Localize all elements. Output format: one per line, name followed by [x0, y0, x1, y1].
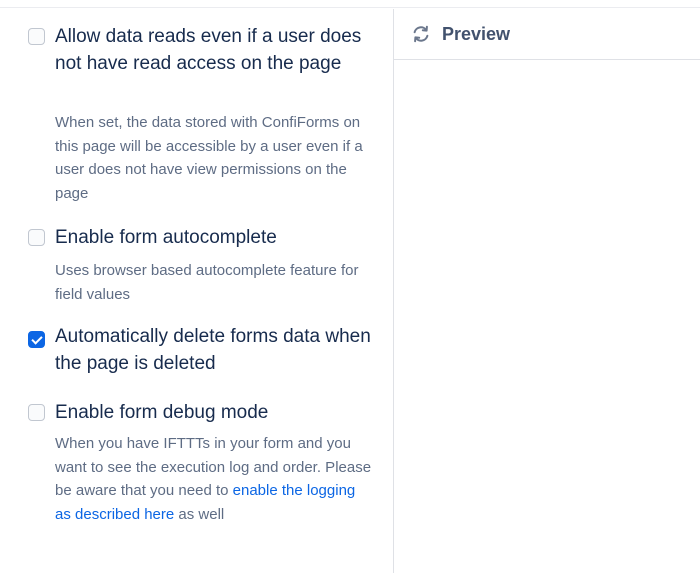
form-debug-mode-checkbox[interactable]	[28, 404, 45, 421]
refresh-icon[interactable]	[411, 24, 431, 44]
preview-title: Preview	[442, 24, 511, 44]
form-autocomplete-description: Uses browser based autocomplete feature …	[55, 262, 359, 303]
panel-divider	[393, 9, 394, 573]
auto-delete-data-checkbox[interactable]	[28, 331, 45, 348]
option-form-autocomplete: Enable form autocomplete Uses browser ba…	[28, 224, 373, 304]
option-auto-delete-data: Automatically delete forms data when the…	[28, 323, 373, 379]
allow-data-reads-description: When set, the data stored with ConfiForm…	[55, 114, 363, 202]
preview-header: Preview	[394, 9, 700, 60]
form-debug-mode-description: When you have IFTTTs in your form and yo…	[55, 432, 373, 526]
allow-data-reads-checkbox[interactable]	[28, 28, 45, 45]
form-autocomplete-label: Enable form autocomplete	[55, 227, 277, 248]
option-allow-data-reads: Allow data reads even if a user does not…	[28, 23, 373, 203]
auto-delete-data-label: Automatically delete forms data when the…	[55, 326, 371, 374]
top-border	[0, 0, 700, 8]
debug-description-suffix: as well	[174, 505, 225, 523]
option-form-debug-mode: Enable form debug mode When you have IFT…	[28, 399, 373, 559]
settings-panel: Allow data reads even if a user does not…	[0, 9, 393, 573]
allow-data-reads-label: Allow data reads even if a user does not…	[55, 26, 362, 74]
form-debug-mode-label: Enable form debug mode	[55, 402, 269, 423]
form-autocomplete-checkbox[interactable]	[28, 229, 45, 246]
